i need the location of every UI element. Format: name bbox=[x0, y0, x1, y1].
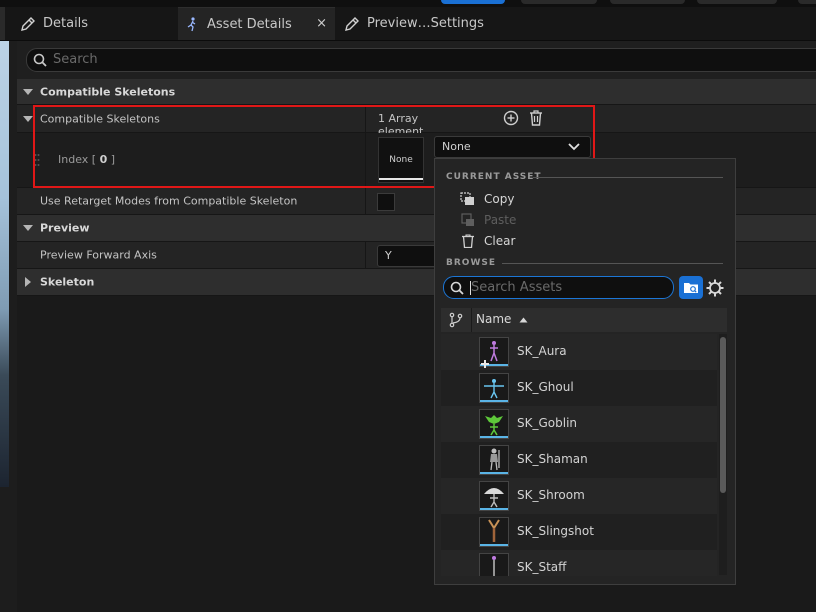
asset-search-placeholder: Search Assets bbox=[471, 280, 563, 295]
asset-thumbnail bbox=[479, 445, 509, 475]
value-column bbox=[365, 188, 395, 214]
combo-value: Y bbox=[385, 249, 392, 262]
asset-type-bar bbox=[480, 400, 508, 402]
category-label: Skeleton bbox=[40, 275, 95, 289]
asset-name: SK_Slingshot bbox=[517, 524, 594, 538]
asset-thumbnail bbox=[479, 517, 509, 547]
skeleton-goblin-icon bbox=[485, 415, 503, 436]
top-toolbar-button[interactable] bbox=[798, 0, 816, 4]
viewport-preview bbox=[0, 41, 9, 487]
asset-thumbnail bbox=[479, 409, 509, 439]
asset-type-bar bbox=[480, 508, 508, 510]
search-input[interactable]: Search bbox=[26, 48, 816, 72]
expand-arrow-icon[interactable] bbox=[23, 115, 33, 122]
asset-thumbnail bbox=[479, 373, 509, 403]
asset-name: SK_Ghoul bbox=[517, 380, 574, 394]
asset-name: SK_Shroom bbox=[517, 488, 585, 502]
expand-arrow-icon[interactable] bbox=[23, 225, 33, 231]
property-label: Preview Forward Axis bbox=[40, 248, 157, 262]
asset-list-header: Name bbox=[441, 308, 727, 332]
skeleton-ghoul-icon bbox=[484, 379, 504, 399]
asset-type-bar bbox=[480, 544, 508, 546]
close-icon[interactable]: × bbox=[316, 16, 327, 31]
window-top-strip bbox=[0, 0, 816, 7]
category-label: Preview bbox=[40, 221, 90, 235]
folder-search-icon bbox=[684, 283, 698, 293]
search-icon bbox=[33, 53, 47, 67]
list-item[interactable]: SK_Goblin bbox=[441, 406, 717, 442]
list-item[interactable]: SK_Aura bbox=[441, 334, 717, 370]
tab-label: Details bbox=[43, 16, 89, 31]
tab-label: Preview…Settings bbox=[367, 16, 484, 31]
menu-item-label: Copy bbox=[484, 192, 515, 206]
list-item[interactable]: SK_Slingshot bbox=[441, 514, 717, 550]
search-placeholder: Search bbox=[53, 52, 98, 67]
browse-folder-button[interactable] bbox=[679, 276, 703, 299]
scrollbar-thumb[interactable] bbox=[720, 337, 726, 493]
asset-type-bar bbox=[480, 472, 508, 474]
asset-type-bar bbox=[480, 436, 508, 438]
tab-label: Asset Details bbox=[207, 16, 292, 32]
top-toolbar-button[interactable] bbox=[521, 0, 597, 4]
browse-header: BROWSE bbox=[446, 258, 496, 268]
skeleton-staff-icon bbox=[492, 556, 496, 576]
property-label: Use Retarget Modes from Compatible Skele… bbox=[40, 194, 298, 208]
column-separator bbox=[471, 308, 472, 332]
asset-thumbnail bbox=[479, 481, 509, 511]
skeleton-running-icon bbox=[187, 17, 196, 32]
menu-item-copy[interactable]: Copy bbox=[460, 189, 514, 209]
skeleton-shroom-icon bbox=[484, 488, 504, 508]
search-icon bbox=[450, 281, 464, 295]
list-item[interactable]: SK_Shroom bbox=[441, 478, 717, 514]
tab-asset-details[interactable]: Asset Details × bbox=[178, 7, 335, 40]
menu-item-label: Clear bbox=[484, 234, 516, 248]
top-toolbar-button[interactable] bbox=[610, 0, 685, 4]
top-toolbar-button[interactable] bbox=[697, 0, 777, 4]
plus-overlay-icon bbox=[481, 360, 489, 368]
collapse-arrow-icon[interactable] bbox=[25, 277, 31, 287]
list-item[interactable]: SK_Ghoul bbox=[441, 370, 717, 406]
tab-sliver bbox=[0, 7, 5, 40]
tab-details[interactable]: Details bbox=[20, 7, 88, 40]
list-item[interactable]: SK_Shaman bbox=[441, 442, 717, 478]
pencil-icon bbox=[21, 16, 35, 31]
trash-icon bbox=[462, 234, 474, 248]
section-divider bbox=[502, 263, 723, 264]
expand-arrow-icon[interactable] bbox=[23, 88, 33, 95]
value-column: Y bbox=[365, 242, 449, 268]
asset-search-input[interactable]: Search Assets bbox=[443, 276, 674, 299]
use-retarget-checkbox[interactable] bbox=[377, 193, 395, 211]
tab-preview-settings[interactable]: Preview…Settings bbox=[344, 7, 484, 40]
tab-bar: Details Asset Details × Preview…Settings bbox=[0, 7, 816, 41]
asset-name: SK_Shaman bbox=[517, 452, 588, 466]
section-divider bbox=[533, 177, 723, 178]
list-item[interactable]: SK_Staff bbox=[441, 550, 717, 576]
paste-icon bbox=[461, 213, 474, 226]
settings-gear-icon[interactable] bbox=[706, 279, 724, 297]
skeleton-slingshot-icon bbox=[488, 519, 500, 542]
category-label: Compatible Skeletons bbox=[40, 85, 176, 98]
asset-name: SK_Staff bbox=[517, 560, 567, 574]
menu-item-paste[interactable]: Paste bbox=[460, 210, 516, 230]
column-header-name[interactable]: Name bbox=[476, 312, 528, 326]
source-control-branch-icon[interactable] bbox=[449, 312, 463, 328]
current-asset-header: CURRENT ASSET bbox=[446, 172, 542, 182]
asset-name: SK_Goblin bbox=[517, 416, 578, 430]
category-compatible-skeletons[interactable]: Compatible Skeletons bbox=[17, 79, 816, 105]
asset-name: SK_Aura bbox=[517, 344, 567, 358]
menu-item-clear[interactable]: Clear bbox=[460, 231, 515, 251]
asset-thumbnail bbox=[479, 553, 509, 576]
top-toolbar-button-blue[interactable] bbox=[441, 0, 505, 4]
skeleton-shaman-icon bbox=[490, 448, 500, 471]
sort-ascending-icon bbox=[519, 317, 528, 322]
menu-item-label: Paste bbox=[484, 213, 517, 227]
copy-icon bbox=[460, 192, 474, 205]
pencil-icon bbox=[345, 16, 359, 31]
